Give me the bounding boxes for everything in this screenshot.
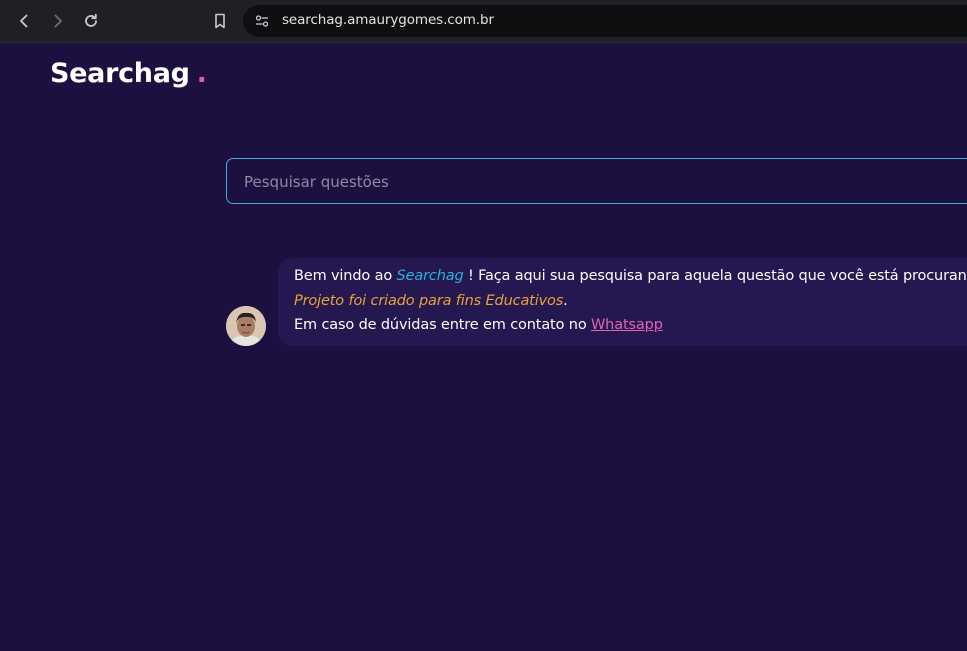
arrow-right-icon (54, 14, 62, 28)
welcome-line-2: Projeto foi criado para fins Educativos. (294, 293, 568, 309)
bookmark-button[interactable] (207, 8, 233, 34)
educational-note-period: . (563, 293, 568, 309)
forward-button[interactable] (45, 8, 71, 34)
bookmark-icon (215, 13, 225, 29)
back-button[interactable] (11, 8, 37, 34)
url-text[interactable]: searchag.amaurygomes.com.br (282, 12, 494, 28)
browser-toolbar: searchag.amaurygomes.com.br (0, 0, 967, 43)
arrow-left-icon (20, 14, 28, 28)
welcome-prefix: Bem vindo ao (294, 268, 397, 284)
search-input[interactable] (242, 159, 946, 205)
contact-text: Em caso de dúvidas entre em contato no (294, 317, 591, 333)
reload-icon (85, 13, 97, 27)
reload-button[interactable] (78, 8, 104, 34)
search-box[interactable] (226, 158, 967, 205)
brand-name: Searchag (396, 268, 464, 284)
logo-dot: . (196, 58, 207, 89)
welcome-line-1: Bem vindo ao Searchag ! Faça aqui sua pe… (294, 268, 967, 284)
avatar-image (226, 306, 266, 346)
address-bar[interactable]: searchag.amaurygomes.com.br (243, 5, 967, 37)
welcome-line-3: Em caso de dúvidas entre em contato no W… (294, 317, 663, 333)
welcome-suffix: ! Faça aqui sua pesquisa para aquela que… (463, 268, 967, 284)
whatsapp-link[interactable]: Whatsapp (591, 317, 663, 333)
logo-text: Searchag (50, 58, 190, 89)
educational-note: Projeto foi criado para fins Educativos (294, 293, 564, 309)
site-logo[interactable]: Searchag. (50, 58, 207, 89)
avatar (226, 306, 266, 346)
tune-icon[interactable] (254, 13, 270, 29)
